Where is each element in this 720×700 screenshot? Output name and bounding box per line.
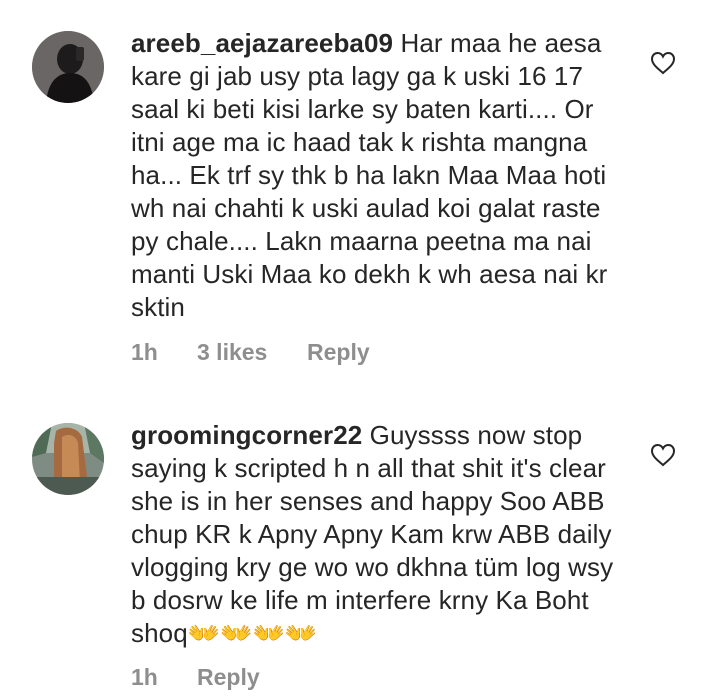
comment-body: Har maa he aesa kare gi jab usy pta lagy… (131, 28, 608, 322)
likes-count[interactable]: 3 likes (197, 339, 267, 366)
like-heart-icon[interactable] (650, 51, 676, 75)
profile-photo-icon (32, 31, 104, 103)
avatar[interactable] (32, 423, 104, 495)
like-heart-icon[interactable] (650, 443, 676, 467)
comment-text: groomingcorner22 Guyssss now stop saying… (131, 419, 631, 650)
username[interactable]: areeb_aejazareeba09 (131, 28, 393, 58)
clapping-emoji: 👐👐👐👐 (187, 618, 318, 648)
reply-button[interactable]: Reply (307, 339, 370, 366)
timestamp: 1h (131, 339, 158, 365)
username[interactable]: groomingcorner22 (131, 420, 362, 450)
comment-body: Guyssss now stop saying k scripted h n a… (131, 420, 614, 648)
avatar[interactable] (32, 31, 104, 103)
reply-button[interactable]: Reply (197, 664, 260, 691)
profile-photo-icon (32, 423, 104, 495)
timestamp: 1h (131, 664, 158, 690)
comment-text: areeb_aejazareeba09 Har maa he aesa kare… (131, 27, 631, 324)
